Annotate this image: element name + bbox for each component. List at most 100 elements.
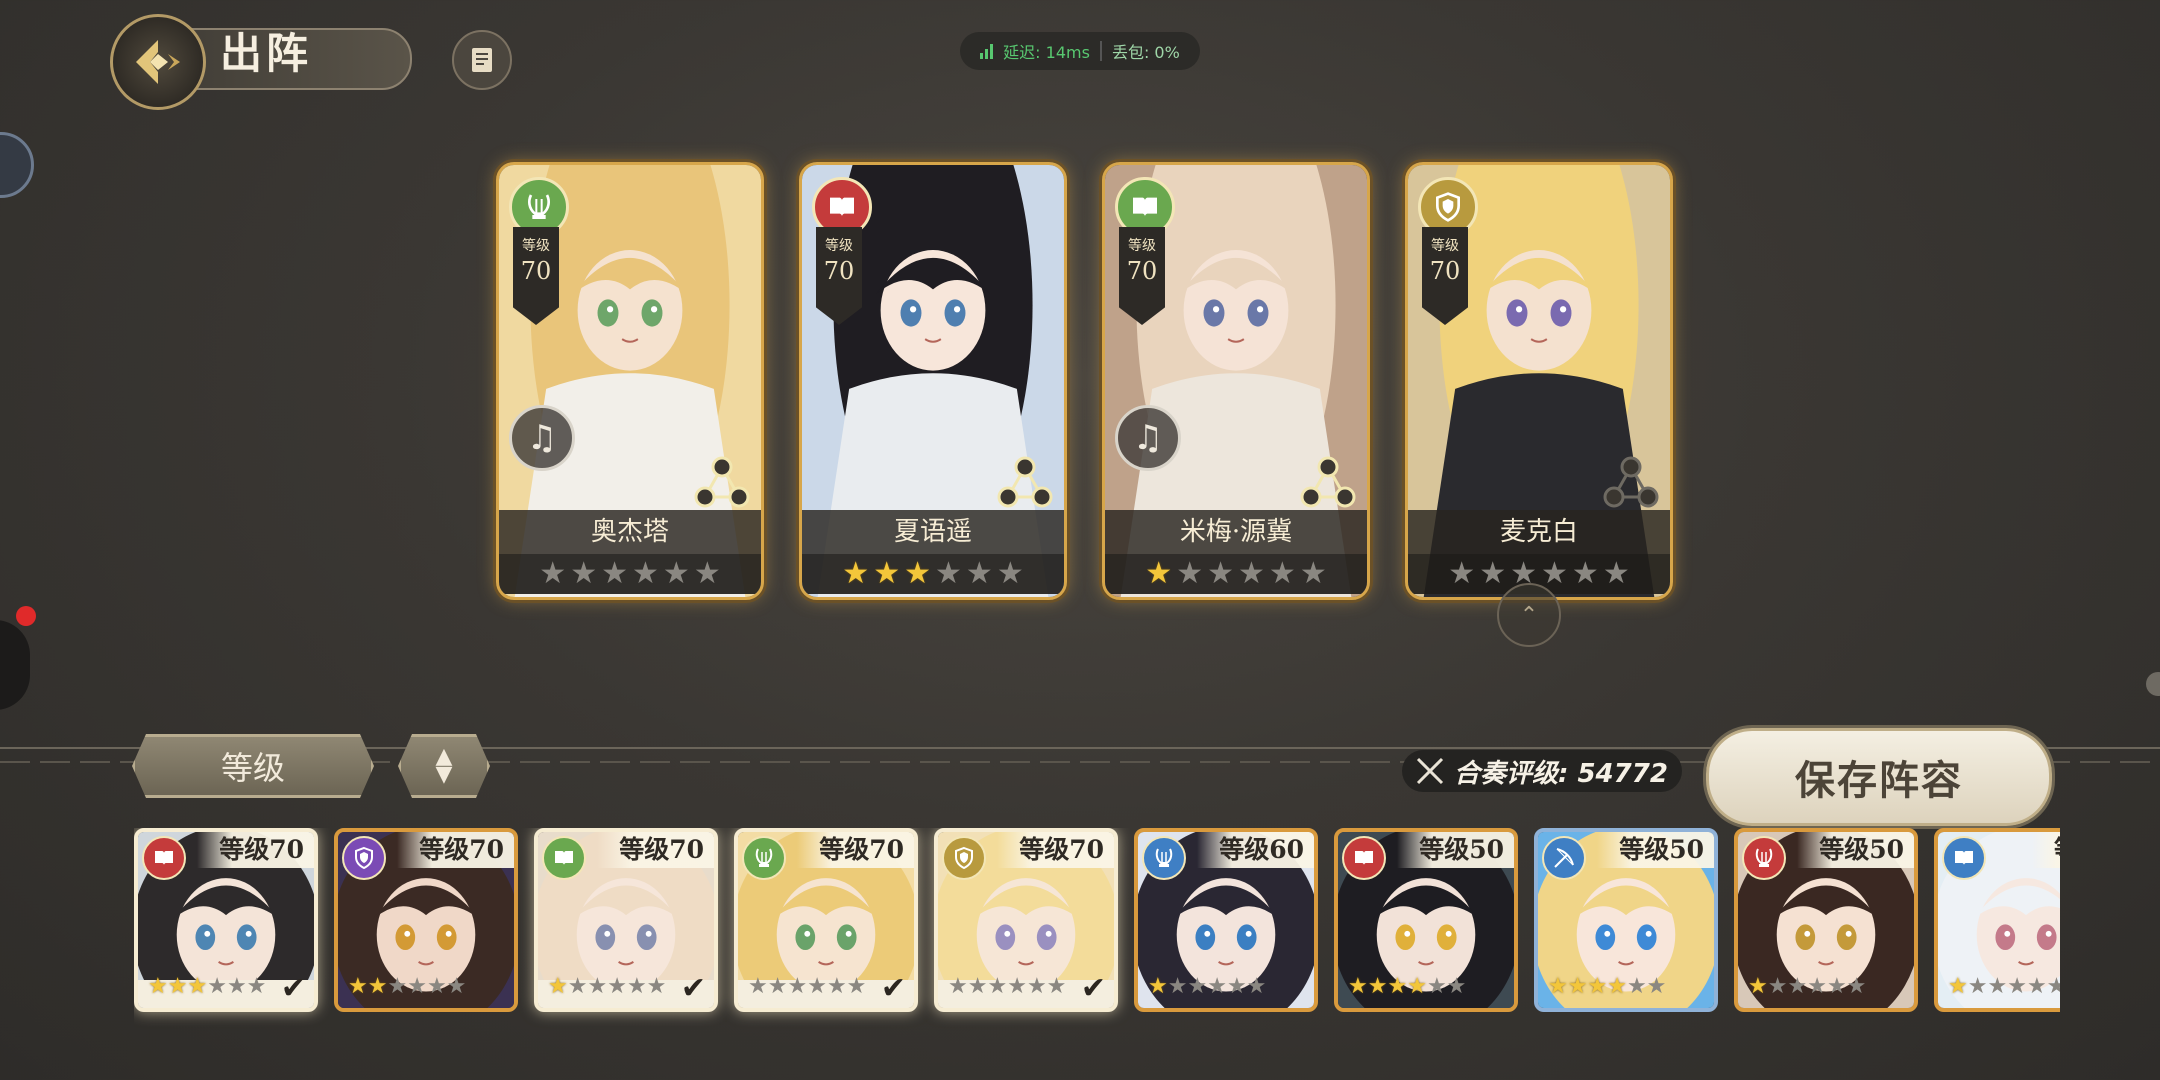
side-menu-button[interactable]: [0, 620, 30, 710]
sort-button[interactable]: 等级: [132, 734, 374, 798]
star-empty-icon: ★: [570, 556, 598, 591]
star-empty-icon: ★: [539, 556, 567, 591]
roster-character-card[interactable]: 等级70 ★ ★ ★ ★ ★ ★ ✔: [734, 828, 918, 1012]
check-icon: ✔: [880, 971, 906, 1006]
star-empty-icon: ★: [1626, 974, 1647, 999]
triangle-nodes-icon: [997, 456, 1053, 508]
level-text: 等级70: [797, 832, 914, 868]
book-icon: [1133, 197, 1157, 217]
star-empty-icon: ★: [1571, 556, 1599, 591]
star-filled-icon: ★: [1607, 974, 1627, 999]
star-filled-icon: ★: [873, 556, 901, 591]
star-empty-icon: ★: [387, 974, 408, 999]
star-filled-icon: ★: [167, 974, 188, 999]
star-filled-icon: ★: [1145, 556, 1173, 591]
check-icon: ✔: [1080, 971, 1106, 1006]
character-roster[interactable]: 等级70 ★ ★ ★ ★ ★ ★ ✔ 等级70 ★ ★ ★ ★ ★ ★ 等级70…: [134, 828, 2060, 1038]
star-filled-icon: ★: [1148, 974, 1168, 999]
team-slot-card[interactable]: 等级 70 ♫ 奥杰塔 ★ ★ ★ ★ ★ ★: [496, 162, 764, 600]
level-tab: 等级 70: [1422, 227, 1468, 325]
notes-button[interactable]: [452, 30, 512, 90]
triangle-nodes-icon: [1603, 456, 1659, 508]
level-text: 等级50: [1597, 832, 1714, 868]
roster-character-card[interactable]: 等级70 ★ ★ ★ ★ ★ ★ ✔: [934, 828, 1118, 1012]
level-label: 等级: [1431, 238, 1459, 254]
star-rating: ★★★★★★: [548, 976, 666, 998]
roster-character-card[interactable]: 等级70 ★ ★ ★ ★ ★ ★ ✔: [134, 828, 318, 1012]
star-empty-icon: ★: [2026, 974, 2047, 999]
star-empty-icon: ★: [1446, 974, 1467, 999]
level-text: 等级70: [397, 832, 514, 868]
star-empty-icon: ★: [662, 556, 690, 591]
star-filled-icon: ★: [1348, 974, 1368, 999]
star-empty-icon: ★: [826, 974, 847, 999]
star-empty-icon: ★: [446, 974, 467, 999]
sort-order-button[interactable]: ▲ ▼: [398, 734, 490, 798]
star-empty-icon: ★: [935, 556, 962, 591]
class-badge: [542, 836, 586, 880]
star-rating: ★★★★★★: [948, 976, 1066, 998]
star-rating: ★★★★★★: [1348, 976, 1466, 998]
level-text: 等级60: [1197, 832, 1314, 868]
star-filled-icon: ★: [367, 974, 388, 999]
level-label: 等级: [1128, 238, 1156, 254]
roster-character-card[interactable]: 等级70 ★ ★ ★ ★ ★ ★: [334, 828, 518, 1012]
triangle-nodes-icon: [1300, 456, 1356, 508]
lyre-icon: [1155, 848, 1173, 867]
roster-character-card[interactable]: 等级50 ★ ★ ★ ★ ★ ★: [1334, 828, 1518, 1012]
star-empty-icon: ★: [1767, 974, 1788, 999]
level-text: 等级: [2031, 832, 2060, 868]
side-handle[interactable]: [2146, 672, 2160, 696]
team-slot-card[interactable]: 等级 70 麦克白 ★ ★ ★ ★ ★ ★: [1405, 162, 1673, 600]
star-filled-icon: ★: [148, 974, 168, 999]
star-filled-icon: ★: [904, 556, 931, 591]
lyre-icon: [1755, 848, 1773, 867]
side-avatar-button[interactable]: [0, 132, 34, 198]
star-empty-icon: ★: [2047, 976, 2060, 998]
star-empty-icon: ★: [1646, 974, 1667, 999]
star-empty-icon: ★: [1807, 974, 1827, 999]
team-slot-card[interactable]: 等级 70 夏语遥 ★ ★ ★ ★ ★ ★: [799, 162, 1067, 600]
level-text: 等级70: [597, 832, 714, 868]
music-note-icon: ♫: [509, 405, 575, 471]
signal-icon: [980, 43, 994, 59]
level-tab: 等级 70: [1119, 227, 1165, 325]
notification-dot: [16, 606, 36, 626]
star-empty-icon: ★: [693, 556, 721, 591]
star-rating: ★★★★★★: [348, 976, 466, 998]
roster-character-card[interactable]: 等级70 ★ ★ ★ ★ ★ ★ ✔: [534, 828, 718, 1012]
network-status: 延迟: 14ms 丢包: 0%: [960, 32, 1200, 70]
level-text: 等级70: [997, 832, 1114, 868]
ensemble-rating-text: 合奏评级: 54772: [1454, 758, 1668, 789]
star-empty-icon: ★: [1541, 556, 1568, 591]
star-filled-icon: ★: [1587, 974, 1608, 999]
lyre-icon: [755, 848, 773, 867]
star-empty-icon: ★: [1167, 974, 1188, 999]
star-empty-icon: ★: [601, 556, 628, 591]
triangle-nodes-icon: [694, 456, 750, 508]
check-icon: ✔: [680, 971, 706, 1006]
star-empty-icon: ★: [1026, 974, 1047, 999]
roster-character-card[interactable]: 等级 ★★★★★★: [1934, 828, 2060, 1012]
star-rating: ★★★★★★: [1548, 976, 1666, 998]
star-empty-icon: ★: [996, 556, 1024, 591]
team-slot-card[interactable]: 等级 70 ♫ 米梅·源冀 ★ ★ ★ ★ ★ ★: [1102, 162, 1370, 600]
star-empty-icon: ★: [987, 974, 1008, 999]
save-lineup-button[interactable]: 保存阵容: [1706, 728, 2052, 826]
class-badge: [142, 836, 186, 880]
expand-up-button[interactable]: ⌃: [1497, 583, 1561, 647]
roster-character-card[interactable]: 等级60 ★ ★ ★ ★ ★ ★: [1134, 828, 1318, 1012]
star-rating: ★★★★★★: [748, 976, 866, 998]
roster-character-card[interactable]: 等级50 ★ ★ ★ ★ ★ ★: [1534, 828, 1718, 1012]
star-empty-icon: ★: [1602, 556, 1630, 591]
shield-icon: [355, 846, 373, 870]
star-empty-icon: ★: [426, 974, 447, 999]
back-button[interactable]: [110, 14, 206, 110]
level-text: 等级50: [1397, 832, 1514, 868]
star-rating: ★★★★★★: [1748, 976, 1866, 998]
star-filled-icon: ★: [548, 974, 568, 999]
character-name: 麦克白: [1408, 510, 1670, 554]
star-empty-icon: ★: [1246, 974, 1267, 999]
star-empty-icon: ★: [1846, 974, 1867, 999]
roster-character-card[interactable]: 等级50 ★ ★ ★ ★ ★ ★: [1734, 828, 1918, 1012]
